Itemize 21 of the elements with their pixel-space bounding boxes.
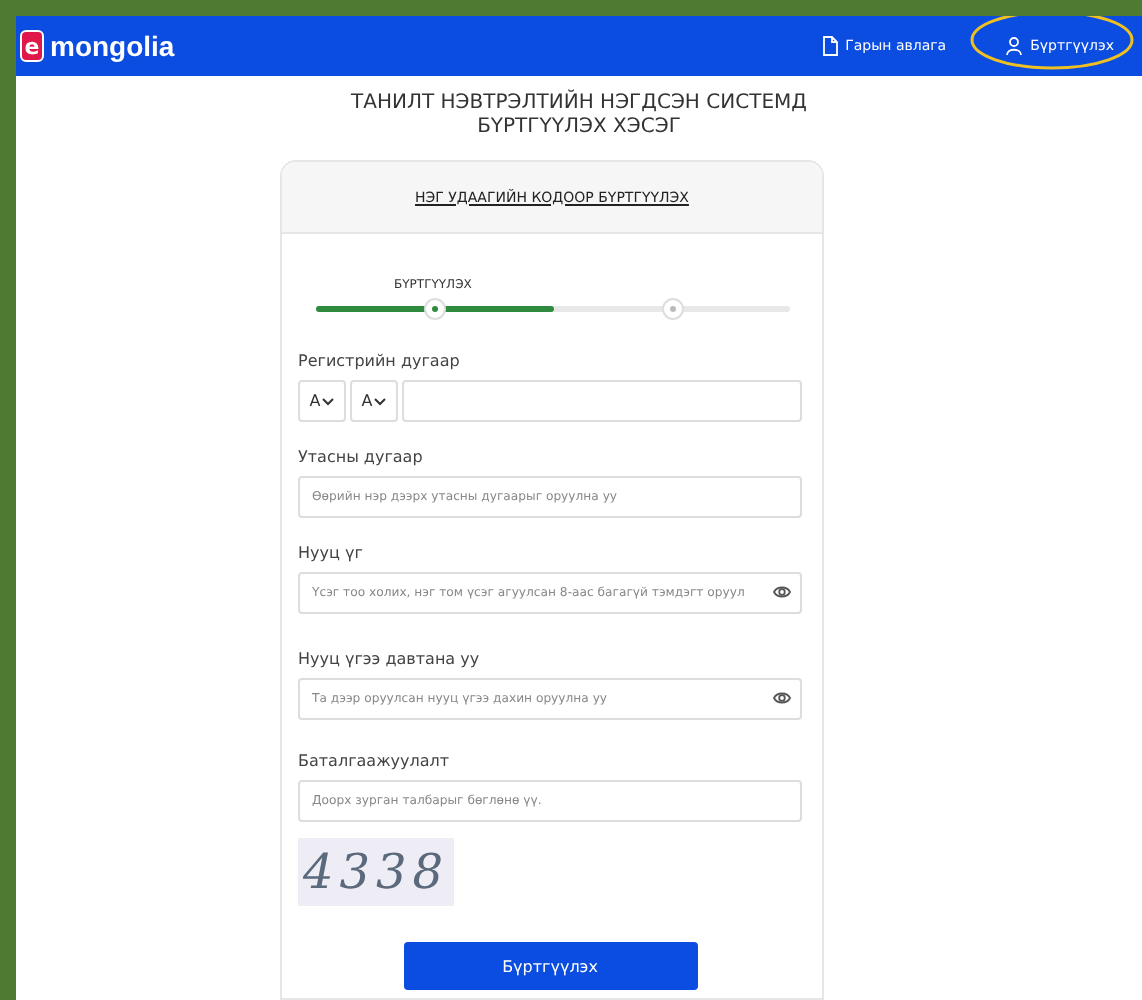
- captcha-image: 4338: [298, 838, 454, 906]
- logo-mark: e: [20, 30, 44, 62]
- field-label: Баталгаажуулалт: [298, 752, 452, 770]
- eye-icon[interactable]: [772, 688, 792, 708]
- eye-icon[interactable]: [772, 582, 792, 602]
- field-label: Нууц үгээ давтана уу: [298, 650, 482, 668]
- register-input[interactable]: [402, 380, 802, 422]
- letter-select[interactable]: А: [298, 380, 346, 422]
- chevron-icon: [322, 397, 335, 405]
- chevron-icon: [374, 397, 387, 405]
- register-button[interactable]: Бүртгүүлэх: [403, 942, 697, 990]
- field-label: Регистрийн дугаар: [298, 352, 462, 370]
- user-icon: [1006, 36, 1023, 56]
- letter-select[interactable]: А: [350, 380, 398, 422]
- page-title: ТАНИЛТ НЭВТРЭЛТИЙН НЭГДСЭН СИСТЕМД: [349, 92, 809, 116]
- document-icon: [821, 36, 838, 56]
- field-label: Нууц үг: [298, 544, 365, 562]
- page-title: БҮРТГҮҮЛЭХ ХЭСЭГ: [475, 116, 683, 140]
- field-label: Утасны дугаар: [298, 448, 425, 466]
- step-dot: [424, 298, 447, 320]
- logo-text: mongolia: [50, 30, 175, 62]
